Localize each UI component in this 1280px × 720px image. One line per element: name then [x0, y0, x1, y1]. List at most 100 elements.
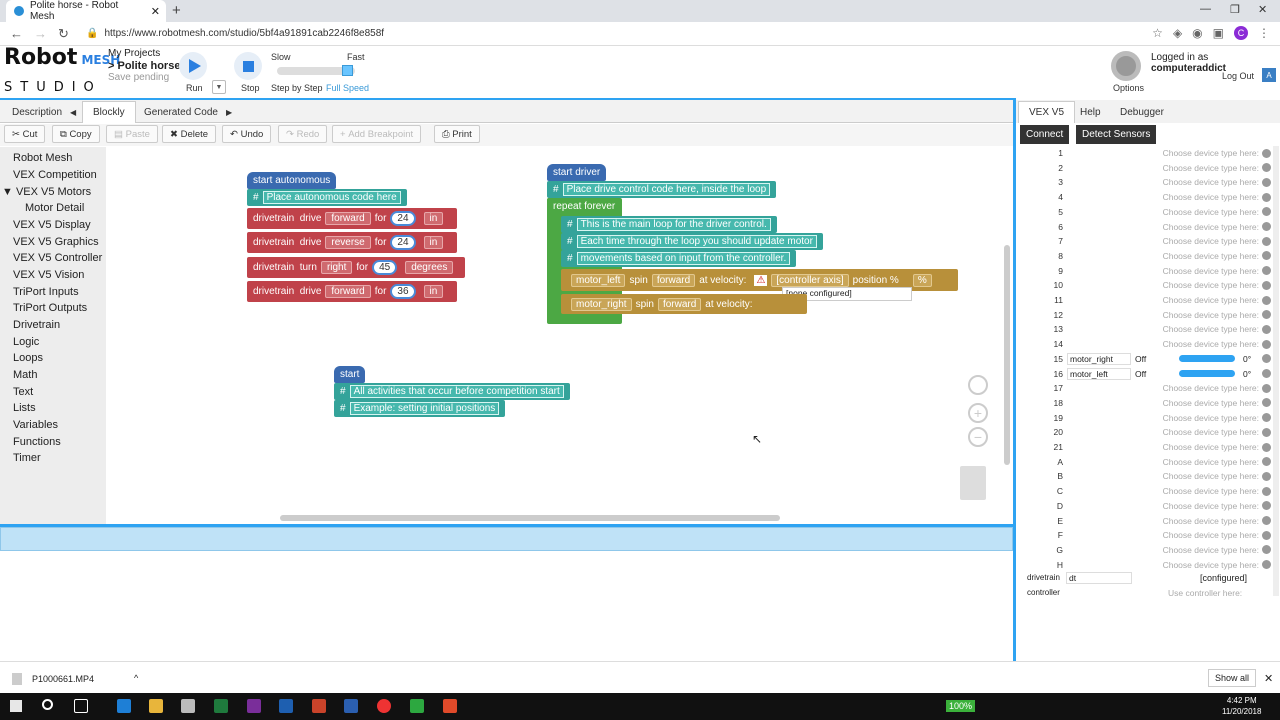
port-row[interactable]: 4 Choose device type here:: [1018, 190, 1273, 204]
gear-icon[interactable]: [1262, 471, 1271, 481]
category-vex-v5-graphics[interactable]: VEX V5 Graphics: [13, 236, 99, 248]
paste-button[interactable]: ▤ Paste: [106, 125, 158, 143]
gear-icon[interactable]: [1262, 516, 1271, 525]
category-math[interactable]: Math: [13, 369, 37, 381]
comment-block[interactable]: # Example: setting initial positions: [334, 400, 506, 417]
category-motor-detail[interactable]: Motor Detail: [25, 202, 84, 214]
chrome-icon[interactable]: [377, 699, 391, 713]
controller-select[interactable]: Use controller here:: [1168, 588, 1242, 598]
device-type-select[interactable]: Choose device type here:: [1063, 486, 1273, 496]
close-window-icon[interactable]: ✕: [1258, 3, 1267, 16]
extension-icon[interactable]: ▣: [1213, 26, 1224, 40]
gear-icon[interactable]: [1262, 442, 1271, 452]
gear-icon[interactable]: [1262, 280, 1271, 290]
comment-text[interactable]: Place autonomous code here: [262, 191, 401, 204]
project-name[interactable]: > Polite horse: [108, 60, 180, 72]
comment-block[interactable]: # This is the main loop for the driver co…: [561, 216, 777, 233]
port-row[interactable]: F Choose device type here:: [1018, 528, 1273, 542]
category-vex-v5-controller[interactable]: VEX V5 Controller: [13, 252, 102, 264]
device-type-select[interactable]: Choose device type here:: [1063, 501, 1273, 511]
port-row[interactable]: 12 Choose device type here:: [1018, 308, 1273, 322]
redo-button[interactable]: ↷ Redo: [278, 125, 328, 143]
direction-dropdown[interactable]: forward: [651, 273, 696, 287]
motor-slider[interactable]: [1179, 355, 1235, 363]
drive-block[interactable]: drivetrain drive reverse for 24 in: [247, 232, 457, 253]
gear-icon[interactable]: [1262, 177, 1271, 187]
device-type-select[interactable]: Choose device type here:: [1063, 266, 1273, 276]
unit-dropdown[interactable]: in: [423, 236, 444, 249]
speed-slider-handle[interactable]: [342, 65, 353, 76]
device-type-select[interactable]: Choose device type here:: [1063, 560, 1273, 570]
device-type-select[interactable]: Choose device type here:: [1063, 442, 1273, 452]
tab-help[interactable]: Help: [1070, 101, 1111, 123]
category-vex-v5-vision[interactable]: VEX V5 Vision: [13, 269, 84, 281]
panel-divider[interactable]: [1013, 98, 1016, 661]
port-row[interactable]: C Choose device type here:: [1018, 484, 1273, 498]
device-type-select[interactable]: Choose device type here:: [1063, 516, 1273, 526]
port-row[interactable]: D Choose device type here:: [1018, 499, 1273, 513]
gear-icon[interactable]: [1262, 486, 1271, 496]
add-breakpoint-button[interactable]: + Add Breakpoint: [332, 125, 422, 143]
port-row[interactable]: 19 Choose device type here:: [1018, 411, 1273, 425]
comment-text[interactable]: movements based on input from the contro…: [576, 252, 791, 265]
gear-icon[interactable]: [1262, 222, 1271, 231]
search-icon[interactable]: [42, 699, 53, 710]
motor-slider[interactable]: [1179, 370, 1235, 377]
device-type-select[interactable]: Choose device type here:: [1063, 163, 1273, 173]
port-row[interactable]: 7 Choose device type here:: [1018, 234, 1273, 248]
download-item[interactable]: P1000661.MP4: [32, 674, 94, 684]
comment-text[interactable]: Place drive control code here, inside th…: [562, 183, 771, 196]
start-block[interactable]: start: [334, 366, 366, 383]
tab-generated-code[interactable]: Generated Code ▶: [134, 101, 242, 123]
file-explorer-icon[interactable]: [149, 699, 163, 713]
back-icon[interactable]: ←: [10, 26, 24, 41]
drive-block[interactable]: drivetrain drive forward for 24 in: [247, 208, 457, 229]
device-type-select[interactable]: Choose device type here:: [1063, 222, 1273, 232]
port-row[interactable]: E Choose device type here:: [1018, 514, 1273, 528]
drivetrain-name-field[interactable]: dt: [1066, 572, 1132, 584]
port-row[interactable]: B Choose device type here:: [1018, 469, 1273, 483]
warning-icon[interactable]: ⚠: [754, 274, 768, 286]
app-icon[interactable]: [443, 699, 457, 713]
category-vex-v5-motors[interactable]: ▼ VEX V5 Motors: [2, 186, 91, 198]
drive-block[interactable]: drivetrain drive forward for 36 in: [247, 281, 457, 302]
gear-icon[interactable]: [1262, 530, 1271, 540]
browser-tab[interactable]: Polite horse - Robot Mesh ✕: [6, 0, 166, 22]
start-autonomous-block[interactable]: start autonomous: [247, 172, 337, 189]
comment-text[interactable]: This is the main loop for the driver con…: [576, 218, 771, 231]
port-row[interactable]: 18 Choose device type here:: [1018, 396, 1273, 410]
turn-block[interactable]: drivetrain turn right for 45 degrees: [247, 257, 465, 278]
port-row[interactable]: 14 Choose device type here:: [1018, 337, 1273, 351]
motor-dropdown[interactable]: motor_right: [571, 297, 632, 311]
show-all-button[interactable]: Show all: [1208, 669, 1257, 687]
detect-sensors-button[interactable]: Detect Sensors: [1076, 125, 1157, 144]
horizontal-scrollbar[interactable]: [280, 515, 780, 521]
device-type-select[interactable]: Choose device type here:: [1063, 383, 1273, 393]
avatar[interactable]: C: [1234, 26, 1248, 40]
windows-start-icon[interactable]: [10, 700, 22, 712]
category-drivetrain[interactable]: Drivetrain: [13, 319, 60, 331]
menu-icon[interactable]: ⋮: [1258, 26, 1270, 40]
gear-icon[interactable]: [1262, 295, 1271, 305]
category-robot-mesh[interactable]: Robot Mesh: [13, 152, 72, 164]
port-row[interactable]: 5 Choose device type here:: [1018, 205, 1273, 219]
app-icon[interactable]: [410, 699, 424, 713]
tab-blockly[interactable]: Blockly: [82, 101, 136, 123]
axis-dropdown[interactable]: [controller axis]: [771, 273, 849, 287]
outlook-icon[interactable]: [279, 699, 293, 713]
trash-icon[interactable]: [960, 466, 986, 500]
step-by-step-label[interactable]: Step by Step: [271, 83, 323, 93]
comment-text[interactable]: Example: setting initial positions: [349, 402, 500, 415]
powerpoint-icon[interactable]: [312, 699, 326, 713]
unit-dropdown[interactable]: degrees: [405, 261, 454, 274]
word-icon[interactable]: [344, 699, 358, 713]
device-type-select[interactable]: Choose device type here:: [1063, 339, 1273, 349]
delete-button[interactable]: ✖ Delete: [162, 125, 217, 143]
port-row[interactable]: G Choose device type here:: [1018, 543, 1273, 557]
chevron-up-icon[interactable]: ^: [134, 673, 138, 683]
comment-block[interactable]: # All activities that occur before compet…: [334, 383, 570, 400]
onenote-icon[interactable]: [247, 699, 261, 713]
category-lists[interactable]: Lists: [13, 402, 36, 414]
comment-block[interactable]: # Each time through the loop you should u…: [561, 233, 823, 250]
device-type-select[interactable]: Choose device type here:: [1063, 295, 1273, 305]
